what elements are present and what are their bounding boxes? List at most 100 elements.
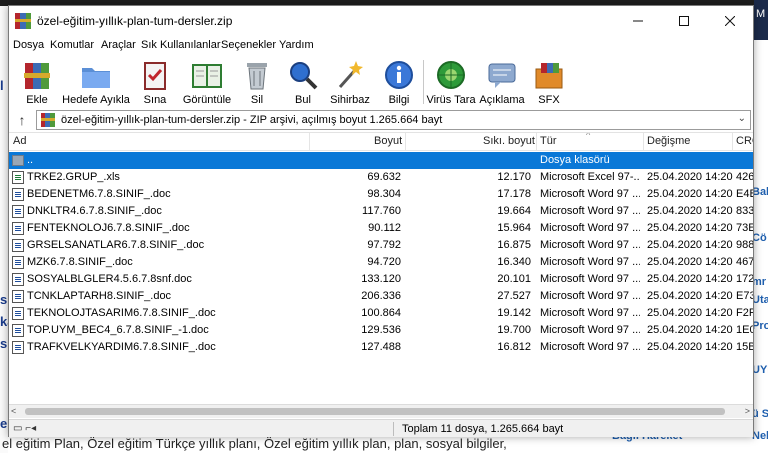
test-button[interactable]: Sına xyxy=(135,56,175,108)
find-label: Bul xyxy=(295,94,311,106)
wand-icon xyxy=(334,59,366,91)
column-divider[interactable] xyxy=(309,133,310,151)
file-crc: 988 xyxy=(736,239,753,251)
file-row[interactable]: TRAFKVELKYARDIM6.7.8.SINIF_.doc 127.488 16… xyxy=(9,339,753,356)
view-button[interactable]: Görüntüle xyxy=(179,56,235,108)
menu-bar: Dosya Komutlar Araçlar Sık Kullanılanlar… xyxy=(9,36,753,56)
file-type: Dosya klasörü xyxy=(540,154,610,166)
column-divider[interactable] xyxy=(643,133,644,151)
file-row[interactable]: FENTEKNOLOJ6.7.8.SINIF_.doc 90.112 15.964 M… xyxy=(9,220,753,237)
file-name: TRAFKVELKYARDIM6.7.8.SINIF_.doc xyxy=(27,341,216,353)
menu-araclar[interactable]: Araçlar xyxy=(101,39,136,51)
chevron-down-icon[interactable]: ⌄ xyxy=(738,113,746,124)
status-divider xyxy=(393,422,394,436)
comment-button[interactable]: Açıklama xyxy=(479,56,525,108)
file-packed-size: 19.664 xyxy=(497,205,531,217)
file-row[interactable]: MZK6.7.8.SINIF_.doc 94.720 16.340 Microsoft… xyxy=(9,254,753,271)
column-modified[interactable]: Değişme xyxy=(647,135,690,147)
file-row[interactable]: TRKE2.GRUP_.xls 69.632 12.170 Microsoft Exc… xyxy=(9,169,753,186)
delete-button[interactable]: Sil xyxy=(239,56,275,108)
scrollbar-thumb[interactable] xyxy=(25,408,725,415)
file-modified: 25.04.2020 14:20 xyxy=(647,239,733,251)
file-crc: 172 xyxy=(736,273,753,285)
column-name[interactable]: Ad xyxy=(13,135,26,147)
excel-file-icon xyxy=(12,171,24,184)
scroll-left-icon[interactable]: < xyxy=(11,406,16,416)
file-name: SOSYALBLGLER4.5.6.7.8snf.doc xyxy=(27,273,192,285)
file-row[interactable]: GRSELSANATLAR6.7.8.SINIF_.doc 97.792 16.87… xyxy=(9,237,753,254)
menu-dosya[interactable]: Dosya xyxy=(13,39,44,51)
maximize-button[interactable] xyxy=(661,6,707,36)
file-modified: 25.04.2020 14:20 xyxy=(647,222,733,234)
file-packed-size: 12.170 xyxy=(497,171,531,183)
trash-icon xyxy=(241,59,273,91)
file-crc: E73 xyxy=(736,290,753,302)
column-crc[interactable]: CRC xyxy=(736,135,753,147)
file-name: BEDENETM6.7.8.SINIF_.doc xyxy=(27,188,171,200)
extract-to-button[interactable]: Hedefe Ayıkla xyxy=(61,56,131,108)
file-type: Microsoft Word 97 ... xyxy=(540,324,640,336)
column-divider[interactable] xyxy=(405,133,406,151)
file-packed-size: 19.700 xyxy=(497,324,531,336)
find-button[interactable]: Bul xyxy=(285,56,321,108)
close-icon xyxy=(725,16,735,26)
file-type: Microsoft Word 97 ... xyxy=(540,188,640,200)
file-row[interactable]: TOP.UYM_BEC4_6.7.8.SINIF_-1.doc 129.536 19… xyxy=(9,322,753,339)
column-packed-size[interactable]: Sıkı. boyut xyxy=(483,135,535,147)
word-file-icon xyxy=(12,222,24,235)
sfx-label: SFX xyxy=(538,94,560,106)
parent-folder-row[interactable]: .. Dosya klasörü xyxy=(9,152,753,169)
file-name: TCNKLAPTARH8.SINIF_.doc xyxy=(27,290,172,302)
background-right-link: Uta xyxy=(752,294,768,306)
wizard-button[interactable]: Sihirbaz xyxy=(327,56,373,108)
menu-komutlar[interactable]: Komutlar xyxy=(50,39,94,51)
file-row[interactable]: DNKLTR4.6.7.8.SINIF_.doc 117.760 19.664 Mic… xyxy=(9,203,753,220)
file-type: Microsoft Word 97 ... xyxy=(540,290,640,302)
file-type: Microsoft Word 97 ... xyxy=(540,205,640,217)
view-label: Görüntüle xyxy=(182,94,232,106)
background-right-link: Cö xyxy=(752,232,767,244)
up-one-level-button[interactable]: ↑ xyxy=(11,110,33,130)
toolbar: Ekle Hedefe Ayıkla Sına Görüntüle Sil Bu… xyxy=(9,56,753,108)
file-size: 69.632 xyxy=(367,171,401,183)
file-packed-size: 16.340 xyxy=(497,256,531,268)
archive-icon xyxy=(41,113,55,127)
file-row[interactable]: TCNKLAPTARH8.SINIF_.doc 206.336 27.527 Micr… xyxy=(9,288,753,305)
clipboard-check-icon xyxy=(139,59,171,91)
info-button[interactable]: Bilgi xyxy=(381,56,417,108)
word-file-icon xyxy=(12,324,24,337)
column-divider[interactable] xyxy=(732,133,733,151)
magnifier-icon xyxy=(287,59,319,91)
horizontal-scrollbar[interactable]: < > xyxy=(9,404,753,418)
menu-yardim[interactable]: Yardım xyxy=(279,39,314,51)
menu-secenekler[interactable]: Seçenekler xyxy=(221,39,276,51)
file-packed-size: 16.812 xyxy=(497,341,531,353)
status-bar: ▭ ⌐◂ Toplam 11 dosya, 1.265.664 bayt xyxy=(9,419,753,437)
title-bar[interactable]: özel-eğitim-yıllık-plan-tum-dersler.zip xyxy=(9,6,753,36)
scroll-right-icon[interactable]: > xyxy=(745,406,750,416)
menu-sik-kullanilanlar[interactable]: Sık Kullanılanlar xyxy=(141,39,221,51)
virus-scan-button[interactable]: Virüs Tara xyxy=(426,56,476,108)
status-drive-icon[interactable]: ▭ ⌐◂ xyxy=(13,423,36,434)
word-file-icon xyxy=(12,205,24,218)
file-type: Microsoft Word 97 ... xyxy=(540,273,640,285)
word-file-icon xyxy=(12,290,24,303)
word-file-icon xyxy=(12,239,24,252)
archive-path-field[interactable]: özel-eğitim-yıllık-plan-tum-dersler.zip … xyxy=(36,110,751,130)
file-size: 133.120 xyxy=(361,273,401,285)
minimize-button[interactable] xyxy=(615,6,661,36)
file-crc: 833 xyxy=(736,205,753,217)
add-button[interactable]: Ekle xyxy=(17,56,57,108)
sfx-button[interactable]: SFX xyxy=(529,56,569,108)
file-row[interactable]: TEKNOLOJTASARIM6.7.8.SINIF_.doc 100.864 19… xyxy=(9,305,753,322)
address-bar: ↑ özel-eğitim-yıllık-plan-tum-dersler.zi… xyxy=(9,109,753,131)
file-modified: 25.04.2020 14:20 xyxy=(647,171,733,183)
file-row[interactable]: BEDENETM6.7.8.SINIF_.doc 98.304 17.178 Micr… xyxy=(9,186,753,203)
file-modified: 25.04.2020 14:20 xyxy=(647,290,733,302)
column-size[interactable]: Boyut xyxy=(374,135,402,147)
column-type[interactable]: Tür xyxy=(540,135,557,147)
file-name: DNKLTR4.6.7.8.SINIF_.doc xyxy=(27,205,162,217)
file-row[interactable]: SOSYALBLGLER4.5.6.7.8snf.doc 133.120 20.10… xyxy=(9,271,753,288)
column-divider[interactable] xyxy=(536,133,537,151)
close-button[interactable] xyxy=(707,6,753,36)
